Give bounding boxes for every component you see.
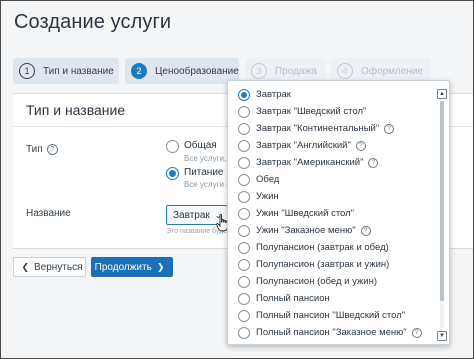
option-radio[interactable]	[238, 190, 250, 203]
type-field-label: Тип?	[26, 144, 58, 155]
option-label: Завтрак "Шведский стол"	[256, 106, 367, 117]
dropdown-option[interactable]: Полупансион (завтрак и ужин)	[228, 256, 436, 273]
scroll-up-arrow-icon[interactable]: ▲	[437, 89, 447, 99]
step-label: Тип и название	[43, 65, 114, 77]
help-icon[interactable]: ?	[411, 327, 422, 338]
option-radio[interactable]	[238, 258, 250, 271]
chevron-right-icon: ❯	[156, 261, 165, 272]
step-number: 1	[19, 63, 35, 79]
option-label: Ужин	[256, 191, 279, 202]
step-number: 4	[337, 63, 353, 79]
dropdown-options-list: Завтрак Завтрак "Шведский стол" Завтрак "К…	[228, 86, 436, 341]
option-radio[interactable]	[238, 88, 250, 101]
dropdown-scrollbar[interactable]: ▲ ▼	[437, 89, 447, 341]
option-label: Полупансион (обед и ужин)	[256, 276, 378, 287]
dropdown-option[interactable]: Завтрак "Континентальный"?	[228, 120, 436, 137]
option-radio[interactable]	[238, 326, 250, 339]
option-radio[interactable]	[238, 122, 250, 135]
help-icon[interactable]: ?	[46, 144, 58, 155]
step-number: 2	[131, 63, 147, 79]
dropdown-option[interactable]: Полный пансион	[228, 290, 436, 307]
option-label: Завтрак "Американский"	[256, 157, 364, 168]
scroll-thumb[interactable]	[440, 101, 444, 301]
chevron-left-icon: ❮	[21, 261, 29, 272]
scroll-down-arrow-icon[interactable]: ▼	[437, 331, 447, 341]
meal-type-dropdown[interactable]: Завтрак Завтрак "Шведский стол" Завтрак "К…	[227, 80, 450, 345]
option-label: Ужин "Шведский стол"	[256, 208, 355, 219]
dropdown-option[interactable]: Завтрак "Американский"?	[228, 154, 436, 171]
back-button-label: Вернуться	[34, 261, 83, 273]
option-radio[interactable]	[238, 224, 250, 237]
dropdown-option[interactable]: Полупансион (завтрак и обед)	[228, 239, 436, 256]
select-value: Завтрак	[173, 209, 210, 221]
option-radio[interactable]	[238, 275, 250, 288]
type-option-description: Все услуги п	[184, 180, 231, 189]
back-button[interactable]: ❮ Вернуться	[13, 257, 86, 277]
help-icon[interactable]: ?	[360, 225, 371, 236]
step-number: 3	[251, 63, 267, 79]
step-label: Оформление	[361, 65, 424, 77]
option-label: Полный пансион "Заказное меню"	[256, 327, 407, 338]
dropdown-option[interactable]: Полный пансион "Шведский стол"	[228, 307, 436, 324]
option-radio[interactable]	[238, 292, 250, 305]
dropdown-option[interactable]: Полный пансион "Заказное меню"?	[228, 324, 436, 341]
dropdown-option[interactable]: Завтрак	[228, 86, 436, 103]
option-label: Завтрак	[256, 89, 291, 100]
option-label: Полупансион (завтрак и ужин)	[256, 259, 390, 270]
help-icon[interactable]: ?	[368, 157, 379, 168]
type-option-title: Общая	[184, 140, 217, 151]
name-field-label: Название	[26, 208, 71, 219]
option-label: Обед	[256, 174, 280, 185]
option-radio[interactable]	[238, 309, 250, 322]
option-radio[interactable]	[238, 105, 250, 118]
type-radio-food[interactable]	[166, 167, 179, 180]
option-radio[interactable]	[238, 173, 250, 186]
dropdown-option[interactable]: Ужин	[228, 188, 436, 205]
type-option-title: Питание	[184, 167, 224, 178]
help-icon[interactable]: ?	[384, 123, 395, 134]
option-label: Завтрак "Английский"	[256, 140, 351, 151]
step-type-and-name[interactable]: 1 Тип и название	[13, 58, 119, 84]
option-radio[interactable]	[238, 139, 250, 152]
step-pricing[interactable]: 2 Ценообразование	[125, 58, 239, 84]
help-icon[interactable]: ?	[355, 140, 366, 151]
app-window: Создание услуги 1 Тип и название 2 Ценоо…	[0, 0, 474, 359]
option-radio[interactable]	[238, 156, 250, 169]
option-label: Полный пансион "Шведский стол"	[256, 310, 406, 321]
option-radio[interactable]	[238, 241, 250, 254]
section-title: Тип и название	[26, 102, 126, 118]
option-label: Завтрак "Континентальный"	[256, 123, 380, 134]
dropdown-option[interactable]: Ужин "Заказное меню"?	[228, 222, 436, 239]
page-title: Создание услуги	[14, 11, 172, 33]
option-label: Ужин "Заказное меню"	[256, 225, 356, 236]
dropdown-option[interactable]: Завтрак "Английский"?	[228, 137, 436, 154]
continue-button[interactable]: Продолжить ❯	[91, 257, 173, 277]
dropdown-option[interactable]: Обед	[228, 171, 436, 188]
option-radio[interactable]	[238, 207, 250, 220]
type-label-text: Тип	[26, 144, 43, 156]
dropdown-option[interactable]: Полупансион (обед и ужин)	[228, 273, 436, 290]
option-label: Полный пансион	[256, 293, 330, 304]
option-label: Полупансион (завтрак и обед)	[256, 242, 389, 253]
scroll-track[interactable]	[440, 101, 444, 329]
type-option-description: Все услуги, к	[184, 154, 232, 163]
continue-button-label: Продолжить	[94, 261, 152, 273]
type-radio-general[interactable]	[166, 140, 179, 153]
step-label: Ценообразование	[155, 65, 239, 77]
dropdown-option[interactable]: Ужин "Шведский стол"	[228, 205, 436, 222]
dropdown-option[interactable]: Завтрак "Шведский стол"	[228, 103, 436, 120]
step-label: Продажа	[275, 65, 317, 77]
